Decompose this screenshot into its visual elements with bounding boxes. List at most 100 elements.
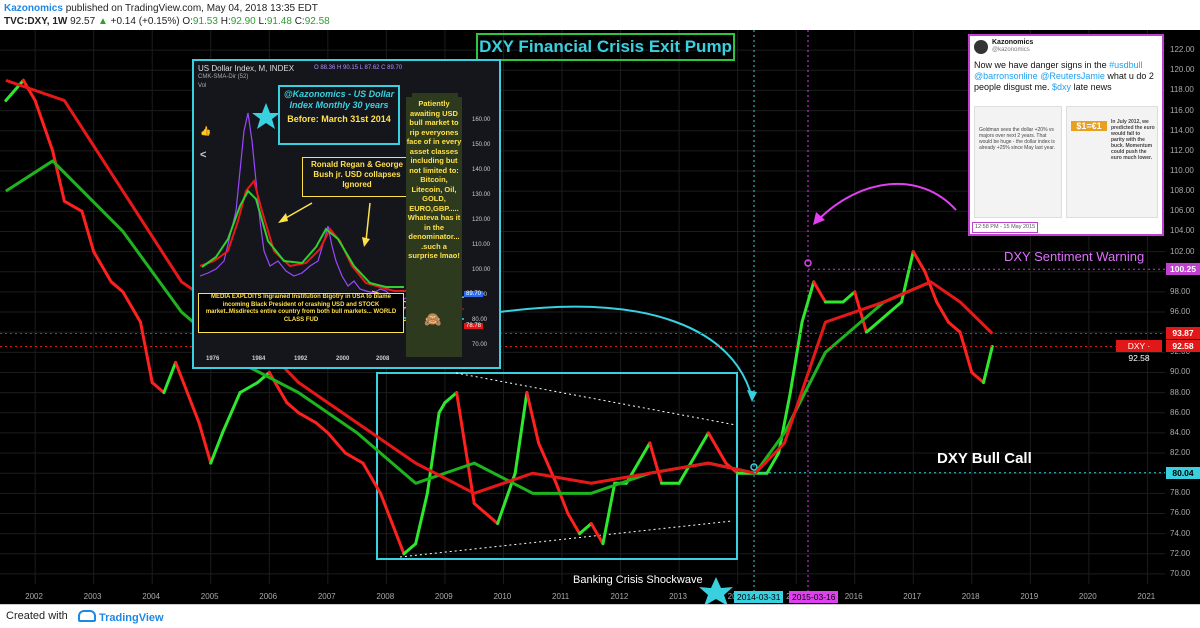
inset-ma-red xyxy=(199,178,408,292)
tweet-author: Kazonomics xyxy=(992,39,1034,46)
tweet-card[interactable]: Kazonomics @kazonomics Now we have dange… xyxy=(968,34,1164,236)
price-segment xyxy=(326,431,347,455)
close-value: 92.58 xyxy=(304,16,330,27)
y-tick-label: 72.00 xyxy=(1170,548,1191,558)
y-tick-label: 104.00 xyxy=(1170,226,1195,236)
price-segment xyxy=(390,522,406,556)
x-tick-label: 2012 xyxy=(610,592,629,601)
high-value: 92.90 xyxy=(230,16,256,27)
price-segment xyxy=(109,280,125,294)
open-value: 91.53 xyxy=(192,16,218,27)
ohlc-line: TVC:DXY, 1W 92.57 ▲ +0.14 (+0.15%) O:91.… xyxy=(4,16,330,27)
price-segment xyxy=(841,290,857,304)
price-segment xyxy=(174,360,189,395)
y-tick-label: 120.00 xyxy=(1170,65,1195,75)
price-segment xyxy=(209,431,224,465)
tweet-link[interactable]: $dxy xyxy=(1052,82,1071,92)
y-tick-label: 110.00 xyxy=(1170,166,1194,176)
y-tick-label: 108.00 xyxy=(1170,186,1195,196)
up-arrow-icon: ▲ xyxy=(97,16,108,27)
inset-indicator-label: CMK-SMA-Dir (52) xyxy=(198,74,249,80)
cyan-arrow-head xyxy=(747,390,757,402)
x-tick-label: 2011 xyxy=(552,592,570,601)
price-tag: 100.25 xyxy=(1166,263,1200,276)
symbol-label: TVC:DXY, 1W xyxy=(4,16,68,27)
tweet-link[interactable]: #usdbull xyxy=(1109,60,1143,70)
price-segment xyxy=(578,522,593,536)
inset-badge: @Kazonomics - US Dollar Index Monthly 30… xyxy=(278,85,400,145)
inset-media-note: MEDIA EXPLOITS Ingrained Institution Big… xyxy=(198,293,404,333)
change-value: +0.14 (+0.15%) xyxy=(110,16,180,27)
price-segment xyxy=(238,381,260,395)
x-tick-label: 2019 xyxy=(1020,592,1039,601)
y-tick-label: 78.00 xyxy=(1170,488,1191,498)
low-label: L: xyxy=(258,16,267,27)
price-segment xyxy=(472,501,488,515)
x-tick-label: 2004 xyxy=(142,592,160,601)
open-label: O: xyxy=(182,16,193,27)
x-tick-label: 2021 xyxy=(1137,592,1156,601)
price-tag: 80.04 xyxy=(1166,466,1200,479)
price-segment xyxy=(484,511,500,526)
price-segment xyxy=(525,391,541,445)
y-tick-label: 70.00 xyxy=(1170,568,1191,578)
y-tick-label: 122.00 xyxy=(1170,45,1195,55)
low-value: 91.48 xyxy=(266,16,292,27)
tweet-link[interactable]: @ReutersJamie xyxy=(1040,71,1105,81)
price-segment xyxy=(121,290,143,324)
inset-price-tag: 78.78 xyxy=(464,323,484,329)
magenta-arrow xyxy=(817,182,957,221)
shockwave-lower-line xyxy=(399,520,733,558)
inset-badge-title: @Kazonomics - US Dollar Index Monthly 30… xyxy=(283,89,395,110)
tweet-image-1-text: Goldman sees the dollar +20% vs majors o… xyxy=(979,127,1056,151)
tradingview-link[interactable]: TradingView xyxy=(78,610,164,624)
inset-y-tick: 160.00 xyxy=(472,117,491,123)
tweet-image-2: $1=€1 In July 2012, we predicted the eur… xyxy=(1066,106,1158,218)
sentiment-warning-label: DXY Sentiment Warning xyxy=(1004,249,1145,264)
tweet-text: Now we have danger signs in the #usdbull… xyxy=(974,60,1158,93)
y-tick-label: 98.00 xyxy=(1170,286,1191,296)
y-tick-label: 76.00 xyxy=(1170,508,1191,518)
x-tick-label: 2005 xyxy=(200,592,219,601)
inset-x-tick: 1984 xyxy=(252,356,266,362)
y-tick-label: 96.00 xyxy=(1170,307,1191,317)
inset-y-tick: 130.00 xyxy=(472,192,491,198)
chart-header: Kazonomics published on TradingView.com,… xyxy=(0,0,1200,30)
price-segment xyxy=(285,401,301,415)
price-segment xyxy=(437,401,447,415)
x-tick-label: 2013 xyxy=(669,592,687,601)
price-tag: 92.58 xyxy=(1166,340,1200,353)
price-segment xyxy=(33,99,55,153)
price-segment xyxy=(876,310,892,324)
main-title: DXY Financial Crisis Exit Pump xyxy=(479,37,732,56)
price-segment xyxy=(566,511,582,536)
last-price: 92.57 xyxy=(70,16,96,27)
inset-volume-label: Vol xyxy=(198,83,207,89)
bull-call-label: DXY Bull Call xyxy=(937,450,1032,467)
x-tick-label: 2009 xyxy=(434,592,453,601)
footer: Created with TradingView xyxy=(0,604,1200,628)
created-with-label: Created with xyxy=(6,610,68,622)
avatar xyxy=(974,40,988,54)
thumbs-up-icon: 👍 xyxy=(200,126,212,136)
price-segment xyxy=(970,370,986,385)
price-segment xyxy=(923,270,939,304)
dxy-price-tag: DXY · 92.58 xyxy=(1116,340,1162,363)
price-segment xyxy=(267,370,289,405)
y-tick-label: 90.00 xyxy=(1170,367,1191,377)
y-tick-label: 116.00 xyxy=(1170,105,1194,115)
tweet-link[interactable]: @barronsonline xyxy=(974,71,1038,81)
y-tick-label: 84.00 xyxy=(1170,427,1191,437)
price-segment xyxy=(706,431,728,465)
price-segment xyxy=(297,411,318,425)
price-segment xyxy=(51,149,66,203)
price-segment xyxy=(197,421,213,465)
shockwave-label: Banking Crisis Shockwave xyxy=(573,574,703,586)
y-tick-label: 114.00 xyxy=(1170,125,1194,135)
chart-area[interactable]: DXY Financial Crisis Exit Pump DXY Senti… xyxy=(0,30,1200,604)
author-link[interactable]: Kazonomics xyxy=(4,3,63,14)
shockwave-upper-line xyxy=(455,372,737,426)
tweet-handle: @kazonomics xyxy=(992,47,1030,53)
price-segment xyxy=(888,300,904,314)
inset-x-tick: 1992 xyxy=(294,356,308,362)
